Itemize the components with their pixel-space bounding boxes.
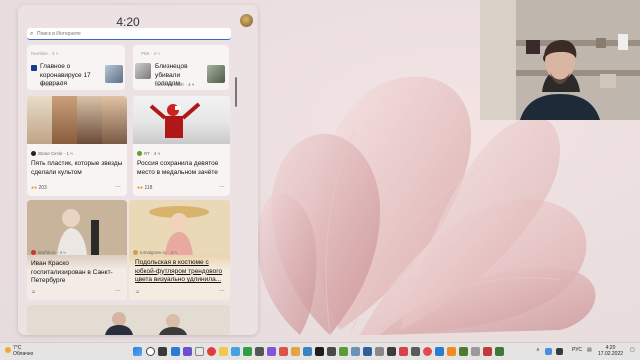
news-card[interactable]: Stone Circle · 1 ч Пять пластик, которые… [27, 96, 127, 196]
news-title: Пять пластик, которые звезды сделали кул… [31, 160, 123, 176]
more-options-icon[interactable]: … [219, 287, 225, 293]
app-icon[interactable] [255, 347, 264, 356]
news-card[interactable]: RT · 4 ч Россия сохранила девятое место … [133, 96, 230, 196]
tray-chevron-icon[interactable]: ∧ [536, 347, 540, 353]
news-thumbnail [207, 65, 225, 83]
task-view-icon[interactable] [158, 347, 167, 356]
reactions-count: 203 [38, 185, 47, 191]
news-mini-item[interactable]: Rambler · 4 ч Главное о коронавирусе 17 … [27, 45, 125, 90]
tray-app-icon[interactable] [556, 348, 563, 355]
news-source: Rambler · 4 ч [31, 51, 59, 56]
news-card[interactable]: tomalgram.ru · 4 ч Подольская в костюме … [129, 200, 230, 300]
taskbar-clock[interactable]: 4:20 17.02.2022 [598, 345, 623, 357]
news-source: ТАСС · 4 ч [40, 82, 63, 87]
more-options-icon[interactable]: … [115, 287, 121, 293]
search-placeholder: Поиск в Интернете [37, 31, 81, 37]
language-indicator[interactable]: РУС [572, 347, 582, 353]
more-options-icon[interactable]: … [219, 183, 225, 189]
network-icon[interactable]: ▤ [587, 347, 592, 353]
app-icon[interactable] [243, 347, 252, 356]
publisher-icon [133, 250, 138, 255]
reactions[interactable]: ●● 203 [31, 185, 47, 191]
app-icon[interactable] [483, 347, 492, 356]
news-source: Бизнесинсайт · 4 ч [155, 82, 195, 87]
app-icon[interactable] [303, 347, 312, 356]
opera-icon[interactable] [207, 347, 216, 356]
app-icon[interactable] [411, 347, 420, 356]
user-avatar[interactable] [240, 14, 253, 27]
app-icon[interactable] [315, 347, 324, 356]
reactions[interactable]: ●● 118 [137, 185, 152, 191]
like-icon: ☺ [135, 289, 141, 295]
weather-icon [5, 347, 11, 353]
news-source: starhit.ru · 4 ч [38, 250, 66, 255]
taskbar: 7°C Облачно ∧ РУС ▤ 4:20 17.02.2022 ▢ [0, 342, 640, 360]
app-icon[interactable] [351, 347, 360, 356]
app-icon[interactable] [339, 347, 348, 356]
tray-app-icon[interactable] [545, 348, 552, 355]
news-image [129, 200, 230, 255]
search-icon: ⌕ [30, 31, 34, 37]
clock-date: 17.02.2022 [598, 351, 624, 357]
news-title: Россия сохранила девятое место в медальн… [137, 160, 219, 176]
app-icon[interactable] [327, 347, 336, 356]
news-thumbnail [105, 65, 123, 83]
app-icon[interactable] [459, 347, 468, 356]
file-explorer-icon[interactable] [195, 347, 204, 356]
reactions[interactable]: ☺ [31, 289, 36, 295]
news-title[interactable]: Подольская в костюме с юбкой-футляром тр… [135, 259, 227, 285]
app-icon[interactable] [291, 347, 300, 356]
app-icon[interactable] [267, 347, 276, 356]
news-source: tomalgram.ru · 4 ч [140, 250, 177, 255]
news-card[interactable]: starhit.ru · 4 ч Иван Краско госпитализи… [27, 200, 127, 300]
widgets-clock: 4:20 [116, 15, 140, 29]
start-icon[interactable] [133, 347, 142, 356]
news-image [27, 305, 230, 335]
app-icon[interactable] [495, 347, 504, 356]
chat-icon[interactable] [183, 347, 192, 356]
news-source: Stone Circle · 1 ч [38, 151, 73, 156]
app-icon[interactable] [435, 347, 444, 356]
like-icon: ●● [137, 185, 144, 191]
reactions[interactable]: ☺ [135, 289, 140, 295]
folder-icon[interactable] [219, 347, 228, 356]
app-icon[interactable] [387, 347, 396, 356]
news-thumbnail [135, 63, 151, 79]
publisher-icon [31, 151, 36, 156]
app-icon[interactable] [471, 347, 480, 356]
news-mini-item[interactable]: РБК · 4 ч Близнецов убивали голодом Бизн… [133, 45, 229, 90]
like-icon: ☺ [31, 289, 37, 295]
app-icon[interactable] [279, 347, 288, 356]
steam-icon[interactable] [363, 347, 372, 356]
app-icon[interactable] [399, 347, 408, 356]
news-image [27, 200, 127, 255]
news-source: RT · 4 ч [144, 151, 160, 156]
notification-icon[interactable]: ▢ [630, 347, 635, 353]
publisher-icon [137, 151, 142, 156]
widgets-scrollbar[interactable] [235, 77, 237, 107]
widgets-icon[interactable] [171, 347, 180, 356]
news-source: РБК · 4 ч [141, 51, 160, 56]
app-icon[interactable] [375, 347, 384, 356]
reactions-count: 118 [144, 185, 153, 191]
app-icon[interactable] [447, 347, 456, 356]
news-image [27, 96, 127, 144]
opera-gx-icon[interactable] [423, 347, 432, 356]
news-image [133, 96, 230, 144]
webcam-overlay [480, 0, 640, 120]
news-title: Иван Краско госпитализирован в Санкт-Пет… [31, 260, 113, 284]
publisher-icon [31, 250, 36, 255]
store-icon[interactable] [231, 347, 240, 356]
web-search-input[interactable]: ⌕ Поиск в Интернете [27, 28, 231, 40]
news-card[interactable] [27, 305, 230, 335]
weather-widget[interactable]: 7°C Облачно [5, 345, 33, 357]
like-icon: ●● [31, 185, 38, 191]
publisher-icon [31, 65, 37, 71]
more-options-icon[interactable]: … [115, 183, 121, 189]
search-icon[interactable] [146, 347, 155, 356]
